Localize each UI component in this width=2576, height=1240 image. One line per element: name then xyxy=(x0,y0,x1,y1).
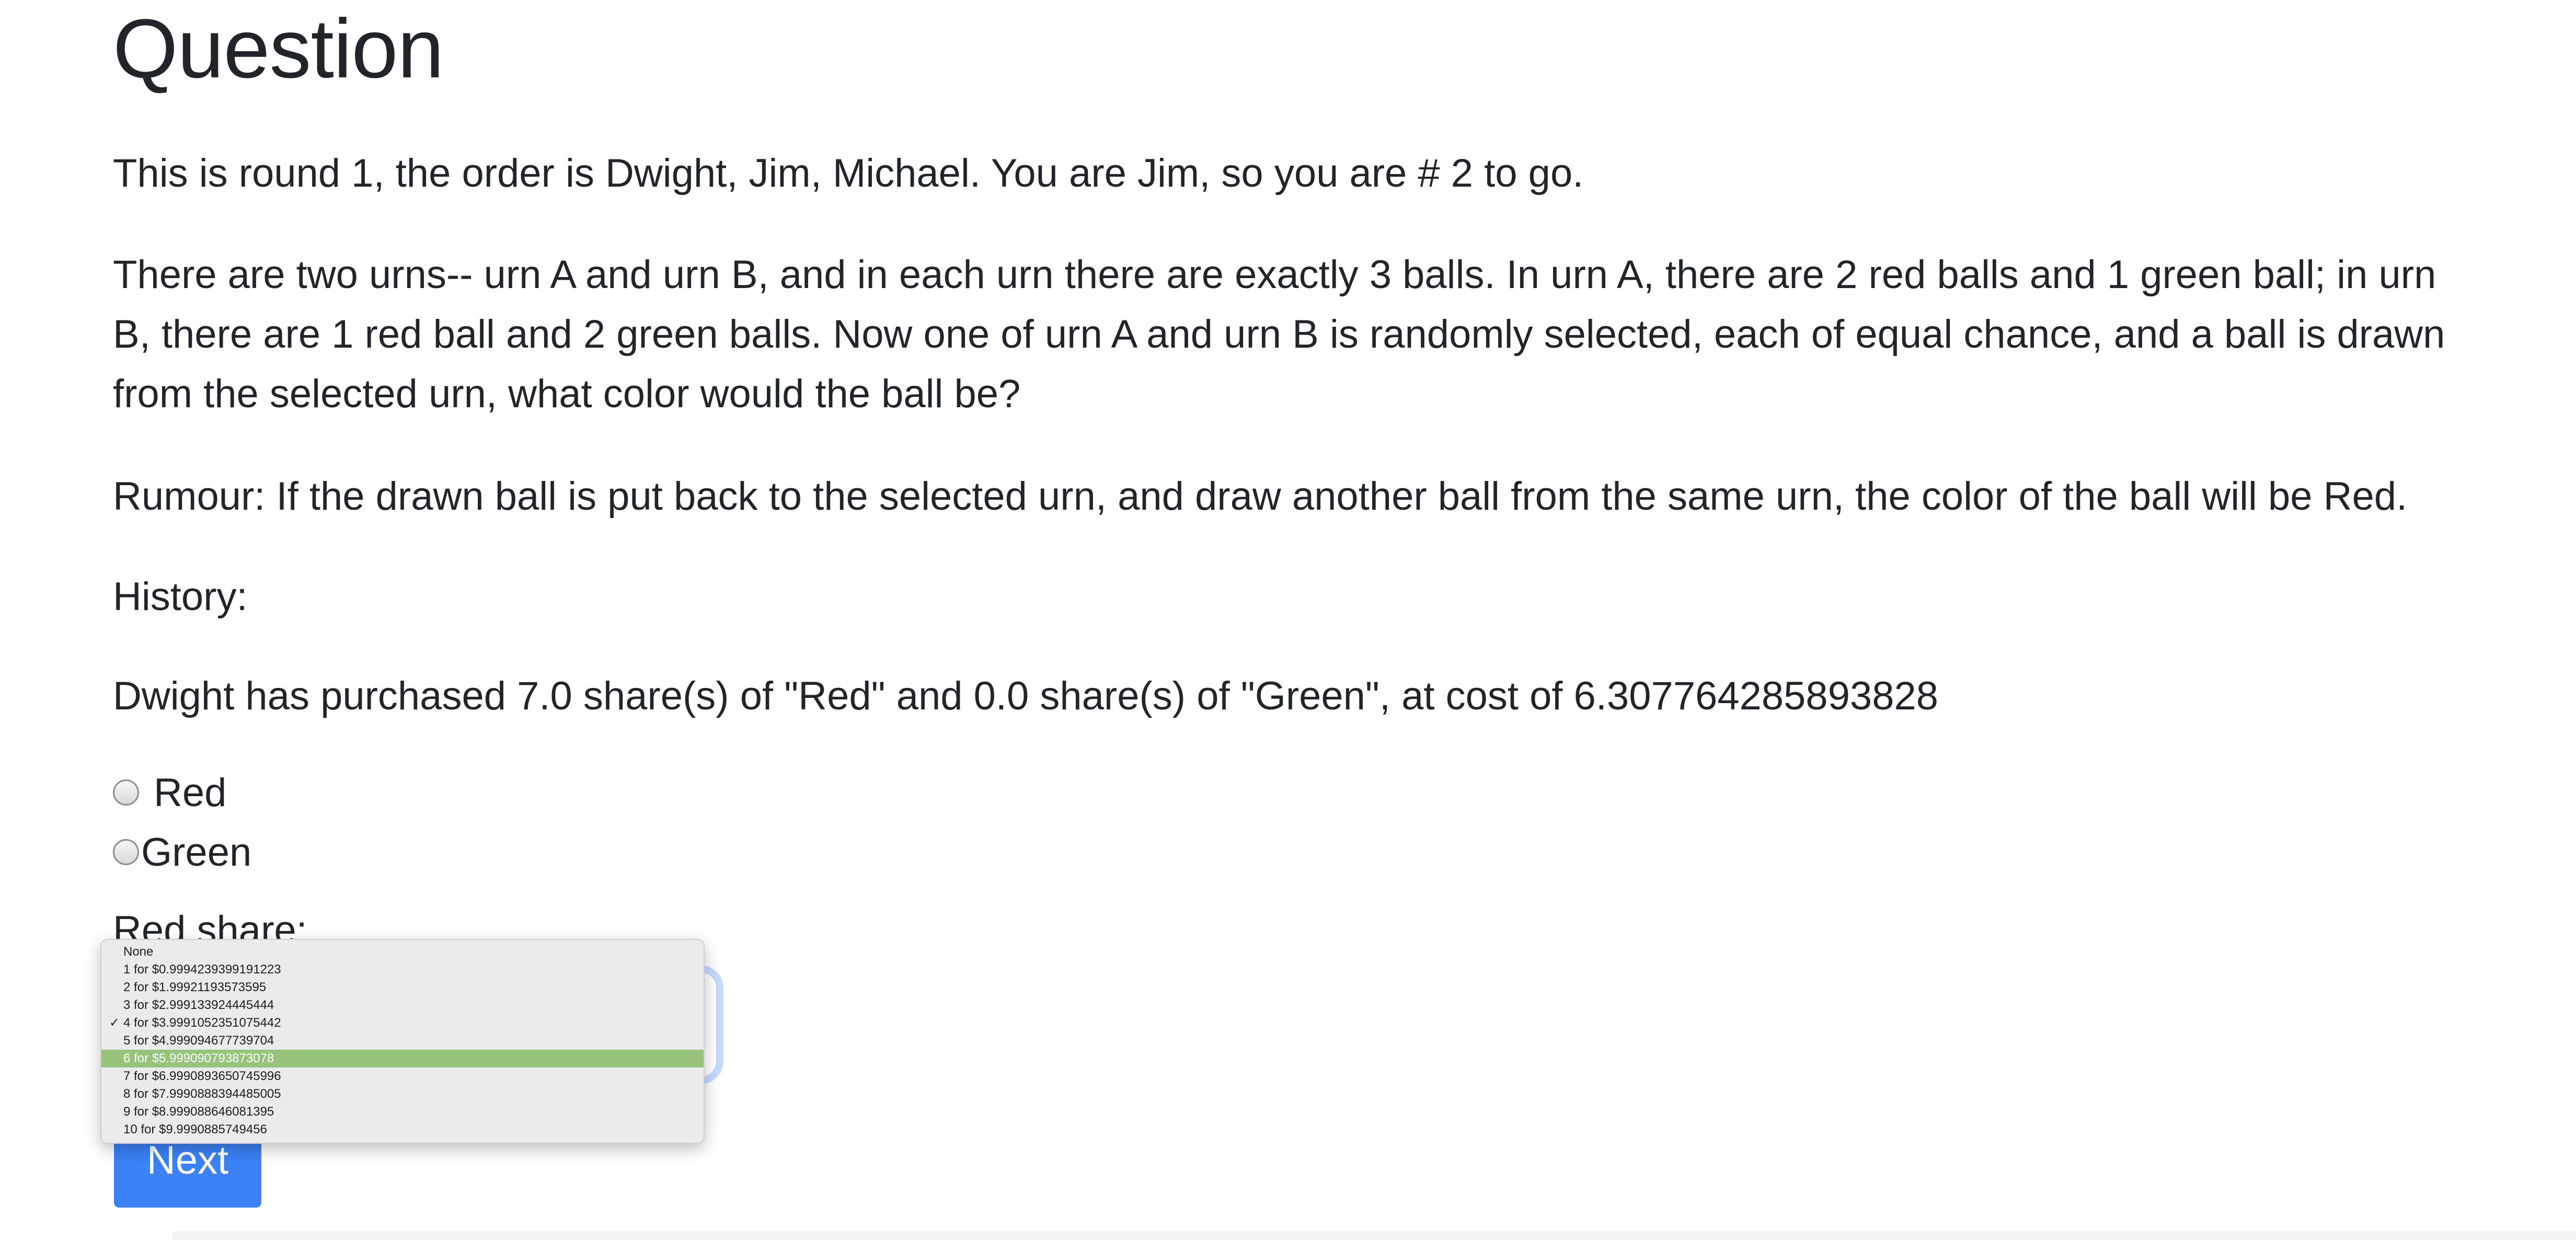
radio-label-red: Red xyxy=(154,770,227,815)
dropdown-option[interactable]: 8 for $7.9990888394485005 xyxy=(101,1085,704,1103)
round-info: This is round 1, the order is Dwight, Ji… xyxy=(113,151,1584,196)
red-share-label: Red share: xyxy=(113,908,307,940)
radio-option-green[interactable]: Green xyxy=(113,826,251,878)
dropdown-option-label: 6 for $5.999090793873078 xyxy=(123,1051,274,1065)
radio-button-red[interactable] xyxy=(113,779,139,806)
history-entry: Dwight has purchased 7.0 share(s) of "Re… xyxy=(113,674,1939,718)
dropdown-option[interactable]: ✓ 4 for $3.9991052351075442 xyxy=(101,1014,704,1032)
checkmark-icon: ✓ xyxy=(109,1016,120,1030)
history-label: History: xyxy=(113,575,248,619)
urns-description: There are two urns-- urn A and urn B, an… xyxy=(113,252,2445,416)
question-page: Question This is round 1, the order is D… xyxy=(0,0,2576,1240)
dropdown-option[interactable]: 10 for $9.9990885749456 xyxy=(101,1121,704,1139)
radio-label-green: Green xyxy=(141,830,252,875)
dropdown-option[interactable]: 5 for $4.999094677739704 xyxy=(101,1032,704,1050)
dropdown-option-label: 4 for $3.9991052351075442 xyxy=(123,1016,281,1030)
dropdown-option[interactable]: None xyxy=(101,943,704,961)
share-dropdown-menu[interactable]: None 1 for $0.9994239399191223 2 for $1.99… xyxy=(100,939,705,1144)
dropdown-option-label: 9 for $8.999088646081395 xyxy=(123,1105,274,1119)
radio-option-red[interactable]: Red xyxy=(113,766,226,819)
dropdown-option-label: 5 for $4.999094677739704 xyxy=(123,1034,274,1048)
dropdown-option[interactable]: 6 for $5.999090793873078 xyxy=(101,1050,704,1067)
dropdown-option-label: 1 for $0.9994239399191223 xyxy=(123,962,281,977)
dropdown-option[interactable]: 7 for $6.9990893650745996 xyxy=(101,1067,704,1085)
rumour-text: Rumour: If the drawn ball is put back to… xyxy=(113,474,2408,519)
dropdown-option-label: 7 for $6.9990893650745996 xyxy=(123,1069,281,1083)
footer-divider xyxy=(172,1231,2576,1240)
dropdown-option[interactable]: 9 for $8.999088646081395 xyxy=(101,1103,704,1121)
page-title: Question xyxy=(113,2,444,95)
dropdown-option[interactable]: 2 for $1.99921193573595 xyxy=(101,979,704,996)
dropdown-option[interactable]: 3 for $2.999133924445444 xyxy=(101,996,704,1014)
dropdown-option-label: 3 for $2.999133924445444 xyxy=(123,998,274,1012)
dropdown-option-label: 2 for $1.99921193573595 xyxy=(123,980,267,994)
dropdown-option-label: None xyxy=(123,945,154,959)
dropdown-option[interactable]: 1 for $0.9994239399191223 xyxy=(101,961,704,979)
radio-button-green[interactable] xyxy=(113,839,139,865)
dropdown-option-label: 10 for $9.9990885749456 xyxy=(123,1122,267,1136)
dropdown-option-label: 8 for $7.9990888394485005 xyxy=(123,1087,281,1101)
